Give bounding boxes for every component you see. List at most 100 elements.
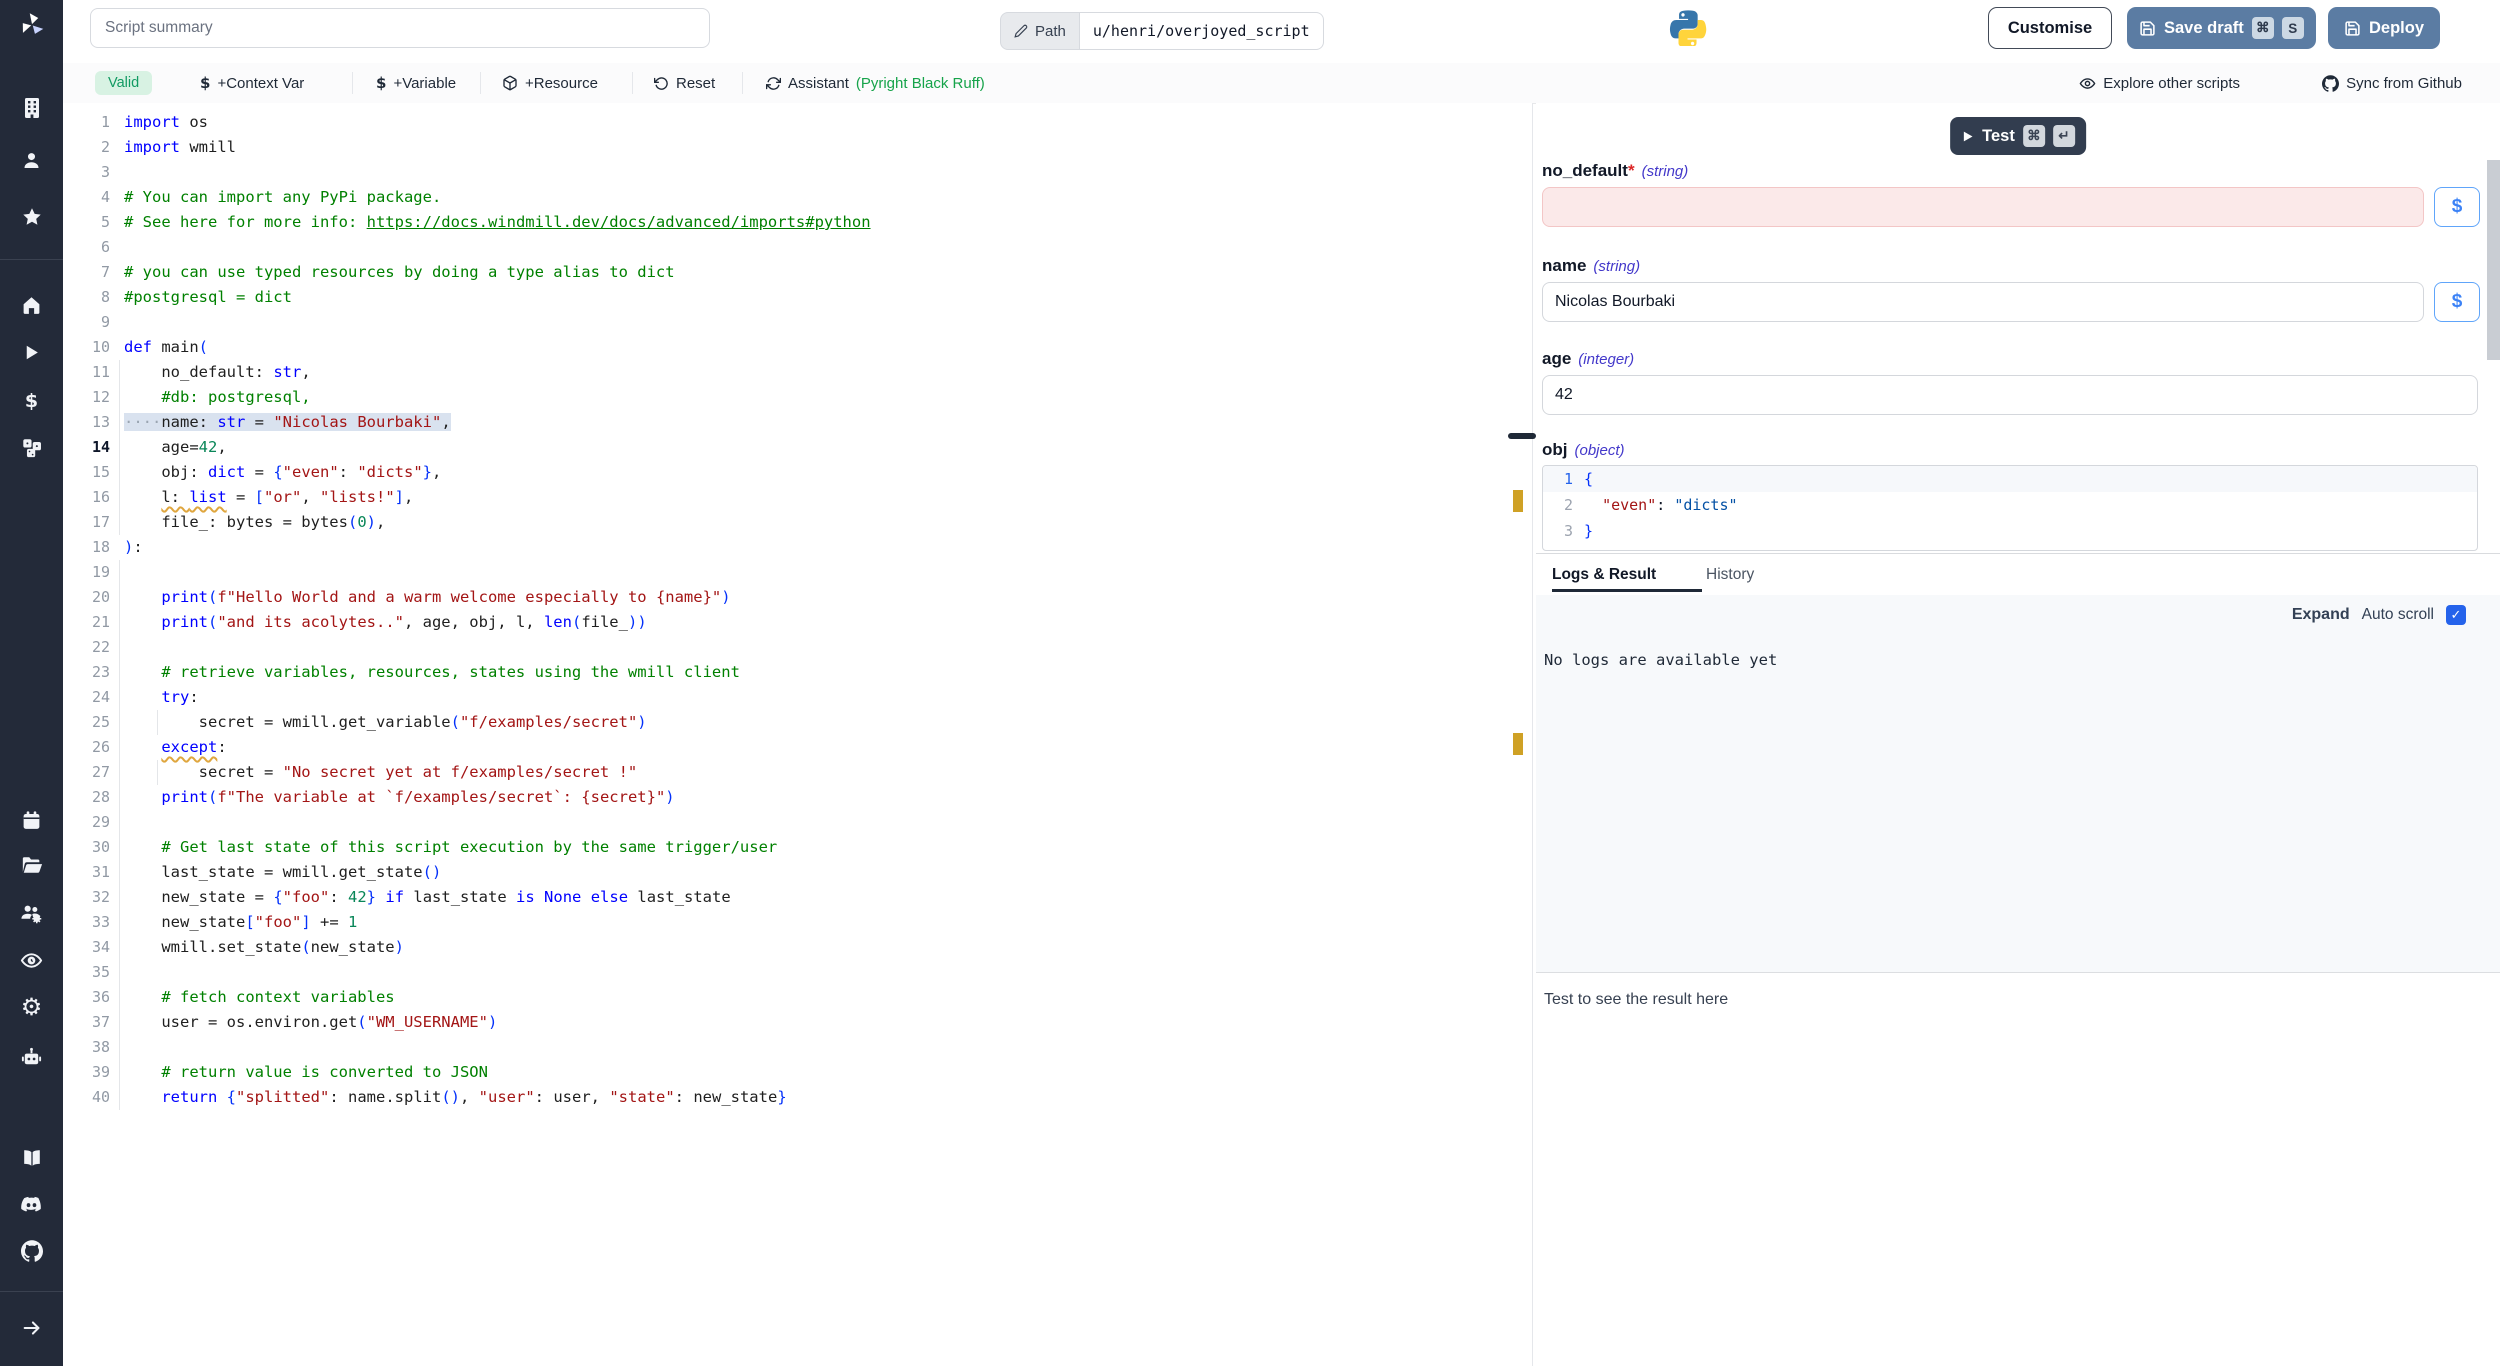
line-number: 8 (63, 285, 124, 310)
python-logo-icon (1669, 8, 1707, 51)
line-number: 35 (63, 960, 124, 985)
line-number: 34 (63, 935, 124, 960)
code-text: # retrieve variables, resources, states … (124, 660, 740, 685)
settings-gear-icon[interactable]: ⚙ (0, 990, 63, 1024)
line-number: 14 (63, 435, 124, 460)
sync-github-button[interactable]: Sync from Github (2322, 63, 2462, 103)
path-label: Path (1000, 12, 1080, 50)
tab-history[interactable]: History (1706, 554, 1754, 592)
code-line: 33 new_state["foo"] += 1 (63, 910, 1532, 935)
explore-scripts-button[interactable]: Explore other scripts (2079, 63, 2240, 103)
docs-link[interactable]: https://docs.windmill.dev/docs/advanced/… (367, 213, 871, 231)
code-line: 38 (63, 1035, 1532, 1060)
add-resource-button[interactable]: +Resource (502, 63, 598, 103)
code-line: 21 print("and its acolytes..", age, obj,… (63, 610, 1532, 635)
code-text: print(f"The variable at `f/examples/secr… (124, 785, 675, 810)
line-number: 13 (63, 410, 124, 435)
line-number: 29 (63, 810, 124, 835)
code-line: 9 (63, 310, 1532, 335)
json-text: "even": "dicts" (1584, 492, 1738, 518)
line-number: 2 (63, 135, 124, 160)
kbd-cmd: ⌘ (2252, 17, 2274, 39)
assistant-lang: (Pyright Black Ruff) (856, 75, 985, 92)
code-editor[interactable]: 1import os2import wmill34# You can impor… (63, 103, 1532, 1366)
code-line: 6 (63, 235, 1532, 260)
code-line: 25 secret = wmill.get_variable("f/exampl… (63, 710, 1532, 735)
line-number: 3 (63, 160, 124, 185)
editor-toolbar: Valid $ +Context Var $ +Variable +Resour… (63, 63, 2500, 104)
line-number: 6 (63, 235, 124, 260)
code-line: 16 l: list = ["or", "lists!"], (63, 485, 1532, 510)
no-default-input[interactable] (1542, 187, 2424, 227)
runs-play-icon[interactable] (0, 335, 63, 369)
line-number: 28 (63, 785, 124, 810)
code-line: 36 # fetch context variables (63, 985, 1532, 1010)
code-text: # You can import any PyPi package. (124, 185, 441, 210)
path-pill[interactable]: Path u/henri/overjoyed_script (1000, 12, 1324, 50)
line-number: 11 (63, 360, 124, 385)
autoscroll-checkbox[interactable]: ✓ (2446, 605, 2466, 625)
name-input[interactable] (1542, 282, 2424, 322)
code-text: no_default: str, (124, 360, 311, 385)
add-context-var-button[interactable]: $ +Context Var (200, 63, 304, 103)
github-icon[interactable] (0, 1234, 63, 1268)
age-input[interactable] (1542, 375, 2478, 415)
code-text: obj: dict = {"even": "dicts"}, (124, 460, 441, 485)
docs-book-icon[interactable] (0, 1141, 63, 1175)
discord-icon[interactable] (0, 1187, 63, 1221)
user-icon[interactable] (0, 143, 63, 177)
no-default-var-picker-button[interactable]: $ (2434, 187, 2480, 227)
code-text: secret = "No secret yet at f/examples/se… (124, 760, 637, 785)
code-text: print(f"Hello World and a warm welcome e… (124, 585, 731, 610)
audit-eye-icon[interactable] (0, 943, 63, 977)
test-button[interactable]: Test ⌘ ↵ (1950, 117, 2086, 155)
line-number: 32 (63, 885, 124, 910)
workers-robot-icon[interactable] (0, 1040, 63, 1074)
variables-dollar-icon[interactable]: $ (0, 384, 63, 418)
code-line: 14 age=42, (63, 435, 1532, 460)
save-draft-button[interactable]: Save draft ⌘ S (2127, 7, 2316, 49)
code-text: new_state = {"foo": 42} if last_state is… (124, 885, 731, 910)
groups-icon[interactable] (0, 896, 63, 930)
line-number: 33 (63, 910, 124, 935)
schedules-calendar-icon[interactable] (0, 803, 63, 837)
code-text: age=42, (124, 435, 227, 460)
add-variable-button[interactable]: $ +Variable (376, 63, 456, 103)
name-var-picker-button[interactable]: $ (2434, 282, 2480, 322)
github-icon (2322, 75, 2339, 92)
code-lines: 1import os2import wmill34# You can impor… (63, 110, 1532, 1110)
line-number: 5 (63, 210, 124, 235)
tab-logs-result[interactable]: Logs & Result (1552, 554, 1702, 592)
line-number: 23 (63, 660, 124, 685)
code-text: l: list = ["or", "lists!"], (124, 485, 413, 510)
vertical-splitter[interactable] (1532, 103, 1533, 1366)
splitter-drag-handle[interactable] (1508, 433, 1536, 439)
favorites-star-icon[interactable] (0, 200, 63, 234)
expand-sidebar-arrow-icon[interactable] (0, 1311, 63, 1345)
panel-scrollbar-thumb[interactable] (2487, 160, 2500, 360)
test-panel: Test ⌘ ↵ no_default*(string) $ name(stri… (1536, 103, 2500, 1366)
code-line: 18): (63, 535, 1532, 560)
resources-cubes-icon[interactable] (0, 431, 63, 465)
assistant-button[interactable]: Assistant (Pyright Black Ruff) (766, 63, 985, 103)
reset-button[interactable]: Reset (654, 63, 715, 103)
path-value[interactable]: u/henri/overjoyed_script (1080, 12, 1324, 50)
code-line: 19 (63, 560, 1532, 585)
code-text: new_state["foo"] += 1 (124, 910, 357, 935)
folders-icon[interactable] (0, 848, 63, 882)
obj-json-editor[interactable]: 1{2 "even": "dicts"3} (1542, 465, 2478, 551)
home-icon[interactable] (0, 288, 63, 322)
workspace-building-icon[interactable] (0, 91, 63, 125)
code-line: 2import wmill (63, 135, 1532, 160)
line-number: 30 (63, 835, 124, 860)
line-number: 12 (63, 385, 124, 410)
expand-button[interactable]: Expand (2292, 606, 2350, 624)
script-summary-input[interactable] (90, 8, 710, 48)
line-number: 1 (63, 110, 124, 135)
dollar-icon: $ (200, 74, 210, 92)
code-line: 22 (63, 635, 1532, 660)
windmill-logo-icon[interactable] (0, 8, 63, 42)
line-number: 24 (63, 685, 124, 710)
customise-button[interactable]: Customise (1988, 7, 2112, 49)
deploy-button[interactable]: Deploy (2328, 7, 2440, 49)
